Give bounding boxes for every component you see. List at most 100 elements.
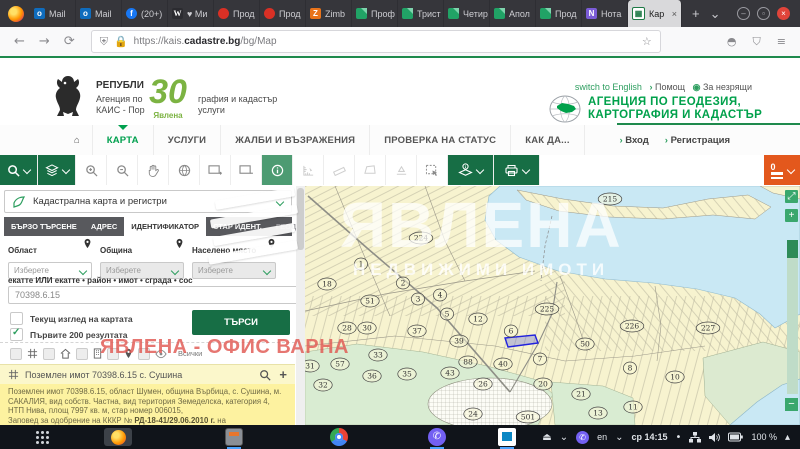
accessibility-link[interactable]: За незрящи (703, 82, 752, 92)
current-view-checkbox-row[interactable]: Текущ изглед на картата (10, 312, 133, 325)
browser-tab[interactable]: ▦Кар× (628, 0, 682, 27)
search-tab[interactable]: БЪРЗО ТЪРСЕНЕ (4, 217, 84, 236)
select-rectangle-button[interactable] (417, 155, 448, 185)
layer-info-button[interactable] (448, 155, 494, 185)
tab-list-chevron-icon[interactable]: ⌄ (710, 6, 721, 22)
nav-item[interactable]: КАК ДА... (510, 125, 584, 155)
browser-tab[interactable]: Трист (398, 0, 444, 27)
menu-hamburger-icon[interactable]: ≡ (777, 35, 786, 49)
zoom-slider-thumb[interactable] (787, 240, 798, 258)
result-row[interactable]: Поземлен имот 70398.6.15 с. Сушина + (0, 364, 295, 384)
pan-hand-tool-button[interactable] (138, 155, 169, 185)
area-polygon-tool-button[interactable] (355, 155, 386, 185)
zoom-slider-track[interactable] (787, 240, 798, 394)
browser-tab[interactable]: Прод (536, 0, 582, 27)
nav-item[interactable]: ЖАЛБИ И ВЪЗРАЖЕНИЯ (220, 125, 369, 155)
lang-chevron-icon[interactable]: ⌄ (615, 432, 623, 443)
browser-tab[interactable]: ZZimb (306, 0, 352, 27)
search-button[interactable]: ТЪРСИ (192, 310, 290, 335)
eject-icon[interactable]: ⏏ (542, 432, 551, 443)
nav-item[interactable]: УСЛУГИ (153, 125, 221, 155)
shield-icon[interactable]: ⛨ (100, 35, 108, 49)
pocket-icon[interactable]: ◓ (727, 35, 737, 49)
panel-scrollbar[interactable] (296, 186, 305, 425)
zoom-rectangle-in-button[interactable] (200, 155, 231, 185)
help-link[interactable]: Помощ (655, 82, 685, 92)
back-icon[interactable]: ← (14, 34, 25, 49)
browser-toolbar: ← → ⟳ ⛨ 🔒 https://kais.cadastre.bg/bg/Ma… (0, 27, 800, 57)
switch-to-english-link[interactable]: switch to English (575, 82, 642, 92)
ruler-tool-button[interactable] (324, 155, 355, 185)
new-tab-button[interactable]: + (692, 6, 700, 21)
taskbar-viber-icon[interactable]: ✆ (428, 428, 446, 446)
documents-cart-button[interactable]: 0 (764, 155, 800, 185)
minimize-button[interactable]: – (737, 7, 750, 20)
browser-tab[interactable]: oMail (30, 0, 76, 27)
filter-checkbox[interactable] (76, 348, 88, 360)
ekatte-input[interactable] (8, 286, 300, 304)
search-tab[interactable]: ИДЕНТИФИКАТОР (124, 217, 206, 236)
taskbar-writer-icon[interactable] (498, 428, 516, 446)
browser-tab[interactable]: f(20+) (122, 0, 168, 27)
battery-icon[interactable] (728, 432, 743, 442)
identify-info-button[interactable] (262, 155, 293, 185)
login-link[interactable]: › Вход (619, 135, 648, 146)
bookmark-star-icon[interactable]: ☆ (642, 35, 652, 48)
result-search-icon[interactable] (259, 369, 271, 381)
export-tool-button[interactable] (386, 155, 417, 185)
current-view-checkbox[interactable] (10, 312, 23, 325)
taskbar-firefox-icon[interactable] (104, 428, 132, 446)
filter-checkbox[interactable] (43, 348, 55, 360)
filter-checkbox[interactable] (10, 348, 22, 360)
taskbar-chrome-icon[interactable] (330, 428, 348, 446)
browser-tab[interactable]: Прод (214, 0, 260, 27)
browser-tab[interactable]: Прод (260, 0, 306, 27)
firefox-logo-icon[interactable] (8, 6, 24, 22)
collapse-arrow-icon[interactable]: ▴ (785, 432, 790, 443)
first-200-checkbox[interactable] (10, 328, 23, 341)
field-select[interactable]: Изберете (192, 262, 276, 279)
maximize-button[interactable]: ▫ (757, 7, 770, 20)
register-link[interactable]: › Регистрация (665, 135, 730, 146)
tab-close-icon[interactable]: × (672, 9, 677, 19)
browser-tab[interactable]: Апол (490, 0, 536, 27)
app-grid-icon[interactable] (36, 431, 49, 444)
massif-number: 33 (373, 351, 383, 360)
zoom-rectangle-out-button[interactable] (231, 155, 262, 185)
taskbar-files-icon[interactable] (225, 428, 243, 446)
fullscreen-button[interactable]: ⤢ (785, 190, 798, 203)
home-icon[interactable]: ⌂ (62, 135, 92, 146)
full-extent-globe-button[interactable] (169, 155, 200, 185)
browser-tab[interactable]: oMail (76, 0, 122, 27)
browser-tab[interactable]: Проф (352, 0, 398, 27)
reload-icon[interactable]: ⟳ (64, 34, 75, 49)
map-zoom-out-button[interactable]: − (785, 398, 798, 411)
browser-tab[interactable]: Четир (444, 0, 490, 27)
search-tab[interactable]: АДРЕС (84, 217, 124, 236)
print-button[interactable] (494, 155, 540, 185)
massif-number: 11 (628, 403, 638, 412)
map-zoom-in-button[interactable]: + (785, 209, 798, 222)
forward-icon[interactable]: → (39, 34, 50, 49)
library-icon[interactable]: ⛉ (753, 35, 761, 49)
cadastral-map[interactable]: 2152241182345511222528303739650226227338… (305, 186, 800, 425)
close-button[interactable]: × (777, 7, 790, 20)
tray-chevron-icon[interactable]: ⌄ (560, 432, 568, 443)
result-add-icon[interactable]: + (279, 367, 287, 382)
clock[interactable]: ср 14:15 (632, 432, 668, 442)
keyboard-layout[interactable]: en (597, 432, 607, 442)
nav-item[interactable]: ПРОВЕРКА НА СТАТУС (369, 125, 510, 155)
tray-viber-icon[interactable]: ✆ (576, 431, 589, 444)
zoom-in-tool-button[interactable] (76, 155, 107, 185)
layers-tool-button[interactable] (38, 155, 76, 185)
massif-number: 8 (628, 364, 633, 373)
browser-tab[interactable]: NНота (582, 0, 628, 27)
volume-icon[interactable] (709, 432, 720, 443)
nav-item[interactable]: КАРТА (92, 125, 153, 155)
browser-tab[interactable]: W♥ Ми (168, 0, 214, 27)
network-icon[interactable] (689, 432, 701, 443)
url-input[interactable]: ⛨ 🔒 https://kais.cadastre.bg/bg/Map ☆ (91, 30, 661, 53)
measure-tool-button[interactable] (293, 155, 324, 185)
search-tool-button[interactable] (0, 155, 38, 185)
zoom-out-tool-button[interactable] (107, 155, 138, 185)
